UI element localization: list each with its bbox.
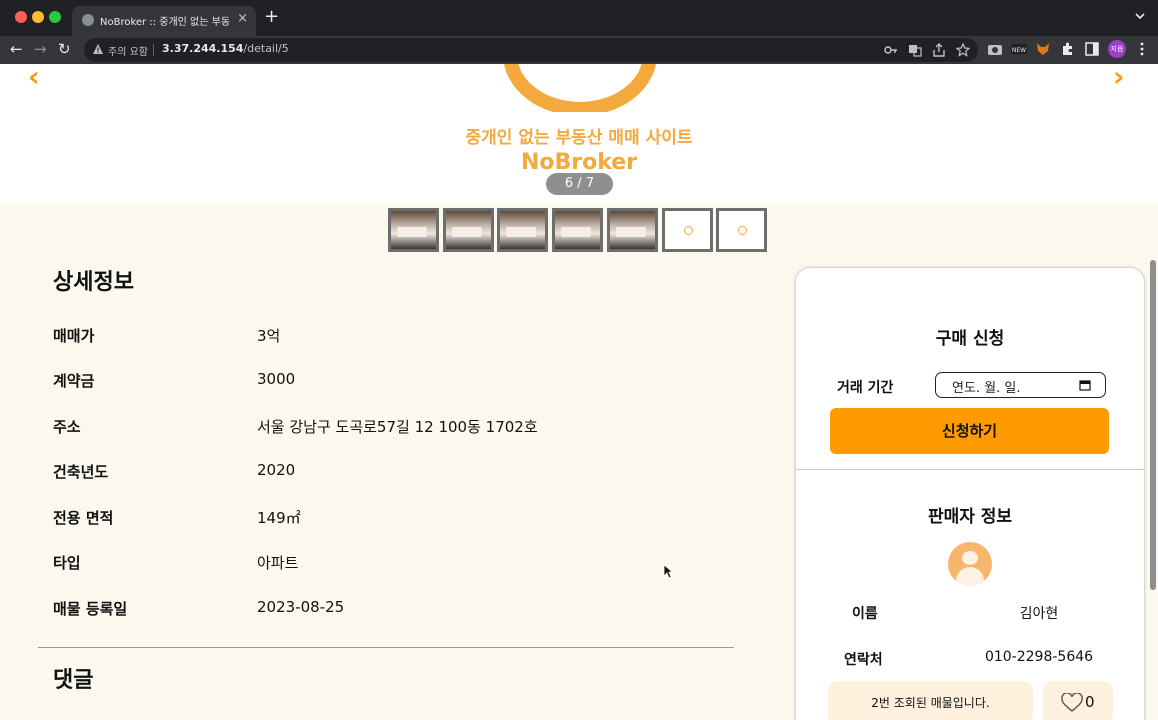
seller-title: 판매자 정보: [927, 507, 1013, 527]
detail-row-price: 매매가 3억: [53, 325, 733, 347]
detail-row-deposit: 계약금 3000: [53, 370, 733, 392]
detail-value: 149㎡: [257, 509, 301, 527]
profile-avatar[interactable]: 지음: [1108, 40, 1126, 58]
back-icon[interactable]: ←: [10, 40, 23, 58]
details-title: 상세정보: [53, 270, 134, 295]
detail-row-build-year: 건축년도 2020: [53, 461, 733, 483]
close-window-button[interactable]: [15, 11, 27, 23]
thumbnail[interactable]: [552, 208, 603, 252]
warning-icon: [93, 44, 103, 54]
like-button[interactable]: 0: [1043, 681, 1113, 720]
star-icon[interactable]: [956, 43, 970, 57]
image-carousel: ‹ › 중개인 없는 부동산 매매 사이트 NoBroker 6 / 7: [0, 64, 1158, 204]
hero-brand: NoBroker: [520, 150, 638, 175]
kebab-menu-icon[interactable]: [1134, 41, 1150, 57]
thumbnail[interactable]: [388, 208, 439, 252]
detail-label: 매물 등록일: [53, 600, 128, 618]
seller-name-label: 이름: [852, 606, 878, 622]
minimize-window-button[interactable]: [32, 11, 44, 23]
detail-label: 매매가: [53, 327, 95, 345]
svg-text:NEW: NEW: [1012, 47, 1026, 54]
page-scrollbar[interactable]: [1150, 260, 1156, 590]
url-text: 3.37.244.154/detail/5: [162, 42, 289, 55]
thumbnail[interactable]: [443, 208, 494, 252]
carousel-next-icon[interactable]: ›: [1113, 64, 1125, 93]
seller-avatar: [948, 542, 992, 586]
share-icon[interactable]: [932, 43, 946, 57]
detail-value: 2020: [257, 461, 296, 479]
globe-icon: [82, 14, 94, 26]
purchase-card: 구매 신청 거래 기간 연도. 월. 일. 신청하기 판매자 정보 이름 김아현…: [796, 268, 1144, 720]
detail-row-address: 주소 서울 강남구 도곡로57길 12 100동 1702호: [53, 416, 733, 438]
fox-extension-icon[interactable]: [1035, 41, 1051, 57]
camera-extension-icon[interactable]: [987, 41, 1003, 57]
detail-value: 3000: [257, 370, 296, 388]
detail-value: 서울 강남구 도곡로57길 12 100동 1702호: [257, 418, 538, 436]
thumbnail[interactable]: [607, 208, 658, 252]
mouse-cursor-icon: [663, 564, 673, 579]
address-bar[interactable]: 주의 요함 3.37.244.154/detail/5: [84, 38, 978, 62]
new-extension-icon[interactable]: NEW: [1011, 41, 1027, 57]
security-warning-text: 주의 요함: [108, 47, 148, 58]
detail-value: 3억: [257, 327, 281, 345]
date-input[interactable]: 연도. 월. 일.: [935, 372, 1106, 398]
address-separator: [153, 44, 154, 56]
comments-title: 댓글: [53, 668, 94, 693]
hero-tagline: 중개인 없는 부동산 매매 사이트: [465, 128, 693, 148]
carousel-counter: 6 / 7: [546, 173, 613, 195]
detail-label: 주소: [53, 418, 81, 436]
view-count-badge: 2번 조회된 매물입니다.: [828, 681, 1033, 720]
purchase-title: 구매 신청: [935, 329, 1005, 349]
zoom-window-button[interactable]: [49, 11, 61, 23]
translate-icon[interactable]: [908, 43, 922, 57]
detail-value: 아파트: [257, 554, 299, 572]
card-divider: [796, 469, 1144, 470]
carousel-prev-icon[interactable]: ‹: [28, 64, 40, 93]
seller-contact-value: 010-2298-5646: [984, 649, 1094, 665]
section-divider: [38, 647, 734, 648]
detail-label: 건축년도: [53, 463, 109, 481]
new-tab-button[interactable]: +: [264, 7, 279, 27]
browser-tab[interactable]: NoBroker :: 중개인 없는 부동산 매매 ×: [72, 6, 256, 36]
like-count: 0: [1085, 693, 1095, 711]
reload-icon[interactable]: ↻: [58, 40, 71, 58]
key-icon[interactable]: [884, 43, 898, 57]
detail-label: 계약금: [53, 372, 95, 390]
heart-icon[interactable]: [1061, 693, 1083, 713]
avatar-body: [956, 567, 984, 586]
forward-icon[interactable]: →: [34, 40, 47, 58]
detail-value: 2023-08-25: [257, 598, 345, 616]
puzzle-icon[interactable]: [1060, 41, 1076, 57]
seller-contact-label: 연락처: [844, 652, 883, 668]
detail-row-registered: 매물 등록일 2023-08-25: [53, 598, 733, 620]
detail-label: 전용 면적: [53, 509, 114, 527]
chevron-down-icon[interactable]: [1134, 9, 1146, 23]
thumbnail[interactable]: [497, 208, 548, 252]
date-placeholder: 연도. 월. 일.: [952, 381, 1021, 396]
seller-name-value: 김아현: [1019, 606, 1059, 622]
side-panel-icon[interactable]: [1084, 41, 1100, 57]
detail-row-area: 전용 면적 149㎡: [53, 507, 733, 529]
page-content: ‹ › 중개인 없는 부동산 매매 사이트 NoBroker 6 / 7 상세정…: [0, 64, 1158, 720]
thumbnail[interactable]: [662, 208, 713, 252]
calendar-icon[interactable]: [1079, 379, 1091, 391]
detail-row-type: 타입 아파트: [53, 552, 733, 574]
close-tab-icon[interactable]: ×: [237, 11, 248, 26]
detail-label: 타입: [53, 554, 81, 572]
house-logo-icon: [504, 64, 656, 112]
browser-toolbar: ← → ↻ 주의 요함 3.37.244.154/detail/5 NEW 지음: [0, 36, 1158, 64]
tab-title: NoBroker :: 중개인 없는 부동산 매매: [100, 17, 230, 28]
apply-button[interactable]: 신청하기: [830, 408, 1109, 454]
period-label: 거래 기간: [837, 380, 894, 396]
thumbnail[interactable]: [716, 208, 767, 252]
avatar-head: [962, 551, 978, 565]
browser-tab-bar: NoBroker :: 중개인 없는 부동산 매매 × +: [0, 0, 1158, 36]
